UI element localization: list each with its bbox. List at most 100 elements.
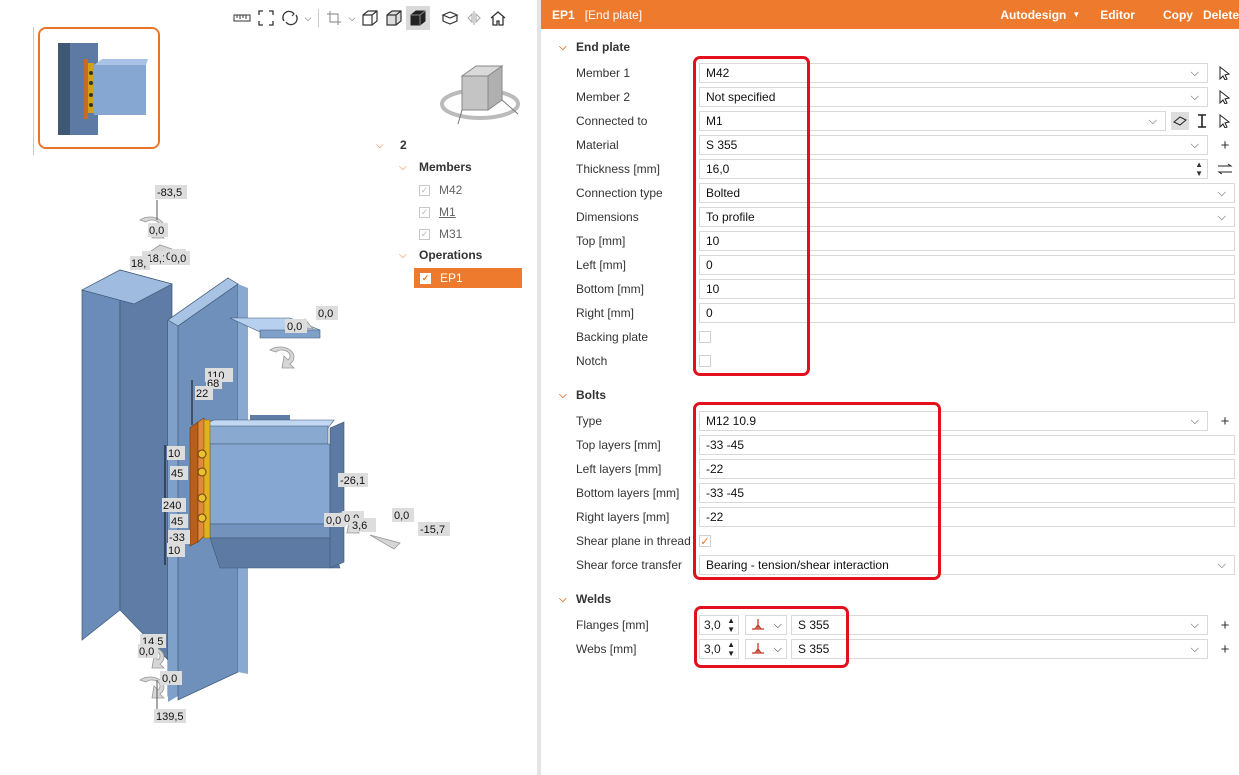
chevron-down-icon[interactable]: ⌵ [346,6,358,30]
chevron-down-icon[interactable]: ⌵ [399,162,413,173]
input-value: -22 [706,462,724,476]
view-cube[interactable] [438,58,522,134]
measure-icon[interactable] [230,6,254,30]
field-label: Notch [576,354,608,368]
swap-icon[interactable] [1216,160,1234,178]
shear-force-transfer-select[interactable]: Bearing - tension/shear interaction ⌵ [699,555,1235,575]
force-label: 0,0 [162,673,177,685]
notch-checkbox[interactable] [699,355,711,367]
pick-cursor-icon[interactable] [1216,64,1234,82]
force-label: 0,0 [287,321,302,333]
connected-to-select[interactable]: M1 ⌵ [699,111,1166,131]
field-label: Dimensions [576,210,639,224]
member1-select[interactable]: M42 ⌵ [699,63,1208,83]
field-label: Type [576,414,603,428]
material-select[interactable]: S 355 ⌵ [699,135,1208,155]
section-icon[interactable] [438,6,462,30]
mirror-icon[interactable] [462,6,486,30]
dimension-label: 10 [168,545,180,557]
crop-icon[interactable] [322,6,346,30]
field-label: Shear force transfer [576,558,683,572]
right-input[interactable]: 0 [699,303,1235,323]
dimension-label: 10 [168,448,180,460]
plate-view-icon[interactable] [1171,112,1189,130]
rotate-icon[interactable] [278,6,302,30]
delete-button[interactable]: Delete [1203,8,1239,22]
fillet-weld-icon [750,641,766,658]
backing-plate-checkbox[interactable] [699,331,711,343]
chevron-down-icon: ⌵ [1190,643,1199,655]
spinner-icon[interactable]: ▲ ▼ [727,616,735,634]
select-value: S 355 [798,642,830,656]
solid-cube-icon[interactable] [406,6,430,30]
field-label: Backing plate [576,330,649,344]
editor-button[interactable]: Editor [1100,8,1135,22]
field-label: Thickness [mm] [576,162,661,176]
force-label: 0,0 [326,515,341,527]
chevron-down-icon: ⌵ [1217,559,1226,571]
connection-thumbnail[interactable] [38,27,160,149]
autodesign-button[interactable]: Autodesign [1000,8,1066,22]
add-icon[interactable]: + [1216,136,1234,154]
connection-type-select[interactable]: Bolted ⌵ [699,183,1235,203]
add-icon[interactable]: + [1216,640,1234,658]
spinner-icon[interactable]: ▲ ▼ [727,640,735,658]
field-label: Member 1 [576,66,631,80]
chevron-down-icon: ⌵ [1190,67,1199,79]
member2-select[interactable]: Not specified ⌵ [699,87,1208,107]
bolt-type-select[interactable]: M12 10.9 ⌵ [699,411,1208,431]
chevron-down-icon[interactable]: ⌵ [376,140,390,151]
pick-cursor-icon[interactable] [1216,88,1234,106]
add-icon[interactable]: + [1216,412,1234,430]
chevron-down-icon: ⌵ [1190,415,1199,427]
left-input[interactable]: 0 [699,255,1235,275]
left-layers-input[interactable]: -22 [699,459,1235,479]
section-title: Bolts [576,388,606,402]
top-layers-input[interactable]: -33 -45 [699,435,1235,455]
dimensions-select[interactable]: To profile ⌵ [699,207,1235,227]
column-section-icon[interactable] [1193,112,1211,130]
field-label: Material [576,138,619,152]
web-weld-thickness-input[interactable]: 3,0 ▲ ▼ [699,639,739,659]
web-weld-type-select[interactable]: ⌵ [745,639,787,659]
section-bolts[interactable]: ⌵ Bolts [559,388,606,402]
fit-icon[interactable] [254,6,278,30]
field-label: Left [mm] [576,258,627,272]
flange-weld-type-select[interactable]: ⌵ [745,615,787,635]
pick-cursor-icon[interactable] [1216,112,1234,130]
input-value: 10 [706,282,720,296]
tree-members-group[interactable]: ⌵ Members [399,157,472,177]
force-label: 18, [131,258,146,270]
transparent-cube-icon[interactable] [382,6,406,30]
chevron-down-icon[interactable]: ▼ [1072,10,1080,19]
home-icon[interactable] [486,6,510,30]
chevron-down-icon[interactable]: ⌵ [559,594,576,605]
chevron-down-icon[interactable]: ⌵ [559,42,576,53]
flange-weld-thickness-input[interactable]: 3,0 ▲ ▼ [699,615,739,635]
chevron-down-icon[interactable]: ⌵ [302,6,314,30]
thickness-input[interactable]: 16,0 ▲ ▼ [699,159,1208,179]
input-value: 16,0 [706,162,730,176]
shear-plane-checkbox[interactable]: ✓ [699,535,711,548]
3d-connection-model[interactable]: -83,5 0,0 -18,1 0,0 0,0 18, 0,0 0,0 110 … [60,180,480,740]
3d-view-panel[interactable]: ⌵ ⌵ ⌵ 2 ⌵ Members ✓ M42 ✓ M1 ✓ M31 ⌵ Ope… [0,0,537,775]
dimension-label: 22 [196,388,208,400]
tree-root[interactable]: ⌵ 2 [376,135,407,155]
right-layers-input[interactable]: -22 [699,507,1235,527]
section-welds[interactable]: ⌵ Welds [559,592,611,606]
force-label: -26,1 [340,475,365,487]
section-end-plate[interactable]: ⌵ End plate [559,40,630,54]
bottom-layers-input[interactable]: -33 -45 [699,483,1235,503]
web-weld-material-select[interactable]: S 355 ⌵ [791,639,1208,659]
top-input[interactable]: 10 [699,231,1235,251]
add-icon[interactable]: + [1216,616,1234,634]
spinner-icon[interactable]: ▲ ▼ [1195,160,1203,178]
select-value: M1 [706,114,723,128]
wireframe-cube-icon[interactable] [358,6,382,30]
chevron-down-icon[interactable]: ⌵ [559,390,576,401]
flange-weld-material-select[interactable]: S 355 ⌵ [791,615,1208,635]
operation-title: [End plate] [584,7,643,22]
bottom-input[interactable]: 10 [699,279,1235,299]
operation-code: EP1 [552,7,575,22]
copy-button[interactable]: Copy [1163,8,1193,22]
